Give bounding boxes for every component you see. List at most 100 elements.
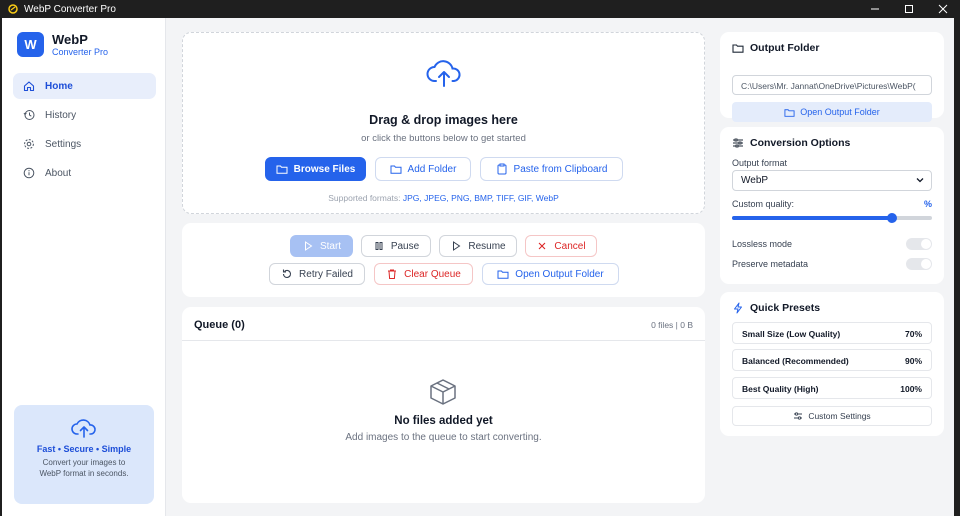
sidebar-item-history[interactable]: History — [13, 102, 156, 128]
window-title: WebP Converter Pro — [24, 3, 116, 15]
preset-name: Balanced (Recommended) — [742, 356, 849, 366]
history-icon — [23, 110, 35, 120]
cloud-upload-icon — [426, 60, 461, 87]
info-icon — [23, 167, 35, 179]
add-folder-button[interactable]: Add Folder — [375, 157, 471, 181]
drop-zone[interactable]: Drag & drop images here or click the but… — [182, 32, 705, 214]
sidebar-item-settings[interactable]: Settings — [13, 131, 156, 157]
sidebar-nav: Home History Settings About — [13, 73, 156, 189]
formats-list: JPG, JPEG, PNG, BMP, TIFF, GIF, WebP — [402, 193, 559, 203]
app-icon — [8, 4, 18, 14]
brand-subtitle: Converter Pro — [52, 46, 109, 57]
folder-open-icon — [784, 108, 795, 117]
lossless-label: Lossless mode — [732, 239, 793, 249]
sidebar-item-home[interactable]: Home — [13, 73, 156, 99]
folder-open-icon — [276, 165, 288, 174]
clear-queue-label: Clear Queue — [404, 268, 461, 280]
promo-card: Fast • Secure • Simple Convert your imag… — [14, 405, 154, 504]
preset-small-size[interactable]: Small Size (Low Quality) 70% — [732, 322, 932, 344]
custom-settings-label: Custom Settings — [808, 411, 871, 421]
preset-name: Best Quality (High) — [742, 384, 819, 394]
home-icon — [23, 81, 35, 92]
output-folder-title: Output Folder — [750, 42, 820, 54]
sidebar-item-about[interactable]: About — [13, 160, 156, 186]
toggle-knob — [921, 239, 931, 249]
cloud-upload-icon — [71, 419, 96, 438]
minimize-button[interactable] — [858, 0, 892, 18]
browse-files-button[interactable]: Browse Files — [265, 157, 366, 181]
minimize-icon — [871, 8, 879, 10]
open-output-folder-label: Open Output Folder — [515, 268, 604, 280]
queue-panel: Queue (0) 0 files | 0 B No files added y… — [182, 307, 705, 503]
pause-icon — [375, 242, 383, 250]
open-output-folder-button[interactable]: Open Output Folder — [482, 263, 619, 285]
lightning-icon — [734, 302, 742, 314]
quick-presets-card: Quick Presets Small Size (Low Quality) 7… — [720, 292, 944, 436]
cancel-label: Cancel — [554, 240, 586, 252]
conversion-options-title: Conversion Options — [750, 137, 851, 149]
paste-clipboard-button[interactable]: Paste from Clipboard — [480, 157, 623, 181]
quick-presets-header: Quick Presets — [732, 302, 820, 314]
promo-text: Convert your images to WebP format in se… — [39, 458, 129, 478]
custom-settings-button[interactable]: Custom Settings — [732, 406, 932, 426]
queue-title: Queue (0) — [194, 319, 245, 331]
clear-queue-button[interactable]: Clear Queue — [374, 263, 473, 285]
sliders-icon — [794, 412, 803, 420]
folder-icon — [732, 44, 744, 53]
sliders-icon — [733, 138, 743, 148]
retry-icon — [282, 269, 292, 278]
divider — [182, 340, 705, 341]
sidebar-item-label: About — [45, 167, 72, 179]
empty-title: No files added yet — [394, 415, 493, 427]
preset-value: 70% — [904, 329, 922, 339]
package-icon — [430, 379, 456, 405]
brand-logo: W — [17, 32, 44, 57]
retry-failed-label: Retry Failed — [299, 268, 353, 280]
preset-balanced[interactable]: Balanced (Recommended) 90% — [732, 349, 932, 371]
queue-controls: Start Pause Resume Cancel Retry Failed C… — [182, 223, 705, 297]
quality-slider-fill — [732, 216, 892, 220]
lossless-toggle[interactable] — [906, 238, 932, 250]
quality-slider-thumb[interactable] — [887, 213, 897, 223]
clipboard-icon — [497, 163, 507, 175]
output-format-select[interactable]: WebP — [732, 170, 932, 191]
cancel-button[interactable]: Cancel — [525, 235, 597, 257]
toggle-knob — [921, 259, 931, 269]
resume-button[interactable]: Resume — [439, 235, 517, 257]
preset-value: 100% — [900, 384, 922, 394]
queue-stats: 0 files | 0 B — [651, 320, 693, 330]
resume-label: Resume — [468, 240, 506, 252]
custom-quality-label: Custom quality: — [732, 199, 795, 209]
pause-button[interactable]: Pause — [361, 235, 431, 257]
quick-presets-title: Quick Presets — [750, 302, 821, 314]
start-label: Start — [319, 240, 342, 252]
sidebar-item-label: History — [45, 109, 77, 121]
start-button[interactable]: Start — [290, 235, 353, 257]
metadata-toggle[interactable] — [906, 258, 932, 270]
app-window: W WebP Converter Pro Home History Settin… — [2, 18, 954, 516]
folder-icon — [390, 165, 402, 174]
maximize-icon — [905, 5, 913, 13]
folder-open-icon — [497, 270, 509, 279]
preset-best-quality[interactable]: Best Quality (High) 100% — [732, 377, 932, 399]
sidebar-item-label: Home — [45, 80, 73, 92]
drop-title: Drag & drop images here — [369, 113, 518, 127]
quality-unit: % — [923, 199, 932, 209]
chevron-down-icon — [916, 178, 924, 183]
output-path-field[interactable]: C:\Users\Mr. Jannat\OneDrive\Pictures\We… — [732, 75, 932, 95]
maximize-button[interactable] — [892, 0, 926, 18]
trash-icon — [388, 269, 397, 279]
open-output-folder-button[interactable]: Open Output Folder — [732, 102, 932, 122]
empty-subtitle: Add images to the queue to start convert… — [345, 432, 542, 443]
quality-slider[interactable] — [732, 213, 932, 223]
output-folder-card: Output Folder C:\Users\Mr. Jannat\OneDri… — [720, 32, 944, 122]
close-icon — [539, 242, 546, 250]
paste-clipboard-label: Paste from Clipboard — [513, 163, 608, 175]
close-button[interactable] — [926, 0, 960, 18]
drop-subtitle: or click the buttons below to get starte… — [361, 133, 526, 144]
open-output-folder-label: Open Output Folder — [800, 107, 880, 117]
retry-failed-button[interactable]: Retry Failed — [269, 263, 365, 285]
brand: W WebP Converter Pro — [17, 32, 108, 57]
play-icon — [304, 241, 313, 251]
metadata-label: Preserve metadata — [732, 259, 809, 269]
